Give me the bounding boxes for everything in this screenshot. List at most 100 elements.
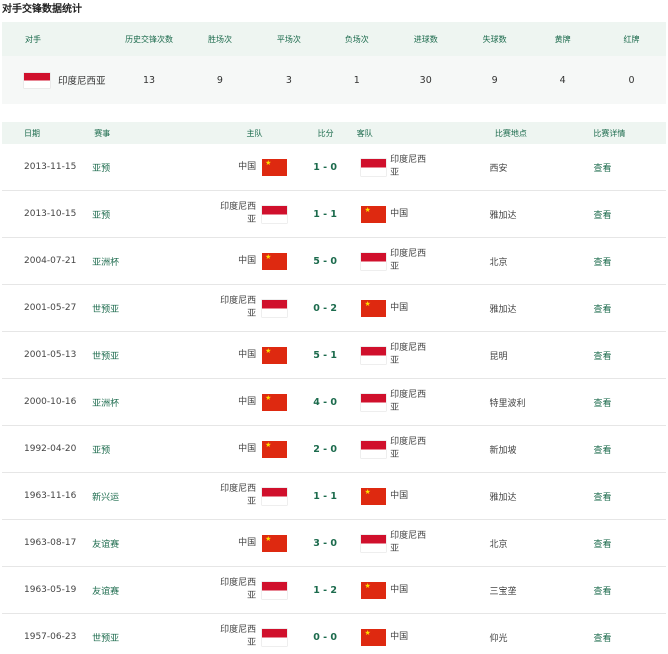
match-date: 1963-08-17 [24,538,77,548]
china-flag-icon [262,393,288,411]
match-date: 2013-10-15 [24,209,77,219]
match-date: 1992-04-20 [24,444,77,454]
view-details-link[interactable]: 查看 [594,396,667,409]
home-team-name: 印度尼西亚 [220,202,257,225]
match-competition-link[interactable]: 世预亚 [84,631,180,644]
view-details-link[interactable]: 查看 [594,490,667,503]
match-competition-link[interactable]: 新兴运 [84,490,180,503]
match-venue: 新加坡 [489,445,517,456]
summary-draws-value: 3 [285,74,292,86]
away-team-name: 中国 [390,302,409,313]
match-table: 日期 赛事 主队 比分 客队 比赛地点 比赛详情 2013-11-15 亚预 中… [2,122,666,654]
match-score: 1 - 1 [313,208,338,220]
indonesia-flag-icon [361,534,387,552]
match-competition-link[interactable]: 世预亚 [84,302,180,315]
match-home-team: 中国 [180,161,262,174]
match-away-team: 印度尼西亚 [390,248,485,274]
match-away-team: 印度尼西亚 [390,342,485,368]
table-row: 2013-10-15 亚预 印度尼西亚 1 - 1 中国 雅加达 查看 [2,191,666,238]
match-away-team: 印度尼西亚 [390,436,485,462]
match-header-date: 日期 [24,128,40,138]
indonesia-flag-icon [262,581,288,599]
match-competition-link[interactable]: 世预亚 [84,349,180,362]
match-away-team: 印度尼西亚 [390,530,485,556]
view-details-link[interactable]: 查看 [594,584,667,597]
home-team-name: 印度尼西亚 [220,484,257,507]
match-home-team: 印度尼西亚 [180,201,262,227]
page-title: 对手交锋数据统计 [2,4,82,15]
match-away-team: 中国 [390,208,485,221]
match-date: 2000-10-16 [24,397,77,407]
match-date: 2013-11-15 [24,162,77,172]
summary-opponent: 印度尼西亚 [2,72,113,88]
summary-header-yellow-cards: 黄牌 [554,34,571,44]
match-competition-link[interactable]: 亚洲杯 [84,396,180,409]
view-details-link[interactable]: 查看 [594,443,667,456]
summary-header-goals-against: 失球数 [482,34,507,44]
view-details-link[interactable]: 查看 [594,631,667,644]
match-score: 2 - 0 [313,443,338,455]
indonesia-flag-icon [262,299,288,317]
away-team-name: 中国 [390,631,409,642]
home-team-name: 印度尼西亚 [220,625,257,648]
summary-header-row: 对手 历史交锋次数 胜场次 平场次 负场次 进球数 失球数 黄牌 红牌 [2,22,666,56]
summary-header-losses: 负场次 [344,34,369,44]
indonesia-flag-icon [262,628,288,646]
view-details-link[interactable]: 查看 [594,255,667,268]
view-details-link[interactable]: 查看 [594,537,667,550]
match-header-venue: 比赛地点 [494,128,527,138]
home-team-name: 中国 [238,443,257,454]
match-score: 0 - 0 [313,631,338,643]
match-header-detail: 比赛详情 [593,128,626,138]
summary-header-draws: 平场次 [276,34,301,44]
match-home-team: 中国 [180,255,262,268]
match-date: 2001-05-13 [24,350,77,360]
match-competition-link[interactable]: 友谊赛 [84,537,180,550]
indonesia-flag-icon [24,72,50,88]
match-venue: 雅加达 [489,210,517,221]
indonesia-flag-icon [262,205,288,223]
match-home-team: 印度尼西亚 [180,577,262,603]
view-details-link[interactable]: 查看 [594,208,667,221]
china-flag-icon [361,581,387,599]
match-competition-link[interactable]: 亚预 [84,208,180,221]
match-score: 0 - 2 [313,302,338,314]
away-team-name: 印度尼西亚 [390,155,427,178]
match-away-team: 中国 [390,584,485,597]
match-home-team: 中国 [180,349,262,362]
summary-table: 对手 历史交锋次数 胜场次 平场次 负场次 进球数 失球数 黄牌 红牌 印度尼西… [2,22,666,104]
away-team-name: 印度尼西亚 [390,531,427,554]
match-header-row: 日期 赛事 主队 比分 客队 比赛地点 比赛详情 [2,122,666,144]
view-details-link[interactable]: 查看 [594,302,667,315]
indonesia-flag-icon [361,393,387,411]
away-team-name: 印度尼西亚 [390,343,427,366]
home-team-name: 中国 [238,349,257,360]
match-competition-link[interactable]: 亚预 [84,443,180,456]
match-competition-link[interactable]: 亚洲杯 [84,255,180,268]
table-row: 2004-07-21 亚洲杯 中国 5 - 0 印度尼西亚 北京 查看 [2,238,666,285]
match-header-home: 主队 [246,128,263,138]
match-score: 3 - 0 [313,537,338,549]
table-row: 1963-05-19 友谊赛 印度尼西亚 1 - 2 中国 三宝垄 查看 [2,567,666,614]
summary-goals-for-value: 30 [419,74,432,86]
match-score: 1 - 1 [313,490,338,502]
table-row: 2013-11-15 亚预 中国 1 - 0 印度尼西亚 西安 查看 [2,144,666,191]
summary-red-cards-value: 0 [628,74,635,86]
table-row: 1963-08-17 友谊赛 中国 3 - 0 印度尼西亚 北京 查看 [2,520,666,567]
view-details-link[interactable]: 查看 [594,161,667,174]
match-home-team: 中国 [180,443,262,456]
match-date: 1963-05-19 [24,585,77,595]
summary-opponent-name: 印度尼西亚 [58,76,106,87]
china-flag-icon [361,628,387,646]
match-competition-link[interactable]: 友谊赛 [84,584,180,597]
indonesia-flag-icon [361,252,387,270]
table-row: 1963-11-16 新兴运 印度尼西亚 1 - 1 中国 雅加达 查看 [2,473,666,520]
match-score: 5 - 0 [313,255,338,267]
match-score: 1 - 0 [313,161,338,173]
match-competition-link[interactable]: 亚预 [84,161,180,174]
away-team-name: 印度尼西亚 [390,390,427,413]
summary-yellow-cards-value: 4 [559,74,566,86]
view-details-link[interactable]: 查看 [594,349,667,362]
table-row: 1992-04-20 亚预 中国 2 - 0 印度尼西亚 新加坡 查看 [2,426,666,473]
away-team-name: 中国 [390,208,409,219]
